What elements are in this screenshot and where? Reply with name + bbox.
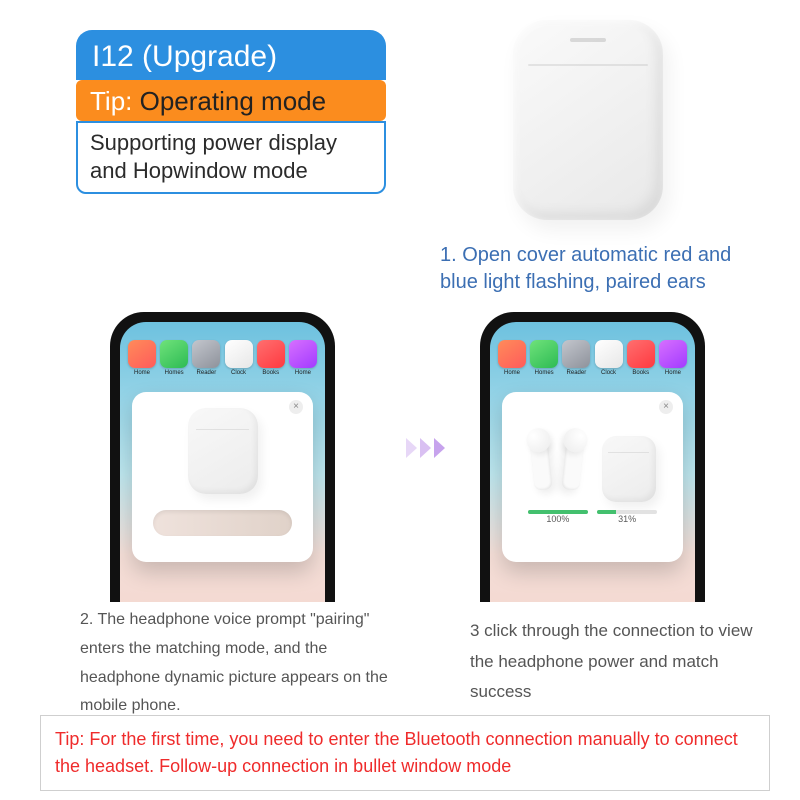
phone-mockup-step2: Home Homes Reader Clock Books Home × — [100, 312, 345, 602]
pairing-popup-battery: × 100% 31% — [502, 392, 683, 562]
app-label-row: Home Homes Reader Clock Books Home — [498, 370, 687, 376]
earbuds-case-icon — [602, 436, 656, 502]
app-icon — [128, 340, 156, 368]
pairing-popup-case: × — [132, 392, 313, 562]
earbuds-case-hero — [498, 20, 678, 238]
battery-earbuds: 100% — [528, 506, 588, 524]
step-1-text: 1. Open cover automatic red and blue lig… — [440, 242, 770, 296]
app-label: Clock — [595, 370, 623, 376]
app-icon — [225, 340, 253, 368]
app-icon — [257, 340, 285, 368]
app-label: Reader — [562, 370, 590, 376]
tip-band: Tip: Operating mode — [76, 80, 386, 121]
phone-statusbar — [490, 322, 695, 336]
progress-fill — [597, 510, 616, 514]
battery-percent: 31% — [618, 514, 636, 524]
app-icon — [498, 340, 526, 368]
battery-case: 31% — [597, 506, 657, 524]
app-label: Books — [627, 370, 655, 376]
phone-screen: Home Homes Reader Clock Books Home × — [120, 322, 325, 602]
app-label: Books — [257, 370, 285, 376]
phone-frame: Home Homes Reader Clock Books Home × — [480, 312, 705, 602]
header-box: I12 (Upgrade) Tip: Operating mode Suppor… — [76, 30, 386, 194]
app-icon-row — [498, 340, 687, 368]
step-3-text: 3 click through the connection to view t… — [470, 616, 770, 708]
earbuds-case-icon — [188, 408, 258, 494]
app-icon-row — [128, 340, 317, 368]
phone-frame: Home Homes Reader Clock Books Home × — [110, 312, 335, 602]
progress-fill — [528, 510, 588, 514]
battery-row: 100% 31% — [523, 506, 661, 524]
app-icon — [659, 340, 687, 368]
app-icon — [562, 340, 590, 368]
app-icon — [595, 340, 623, 368]
phone-statusbar — [120, 322, 325, 336]
app-label: Clock — [225, 370, 253, 376]
battery-percent: 100% — [546, 514, 569, 524]
product-title: I12 (Upgrade) — [76, 30, 386, 80]
phone-mockup-step3: Home Homes Reader Clock Books Home × — [470, 312, 715, 602]
devices-row — [512, 410, 673, 502]
app-label: Home — [128, 370, 156, 376]
app-icon — [192, 340, 220, 368]
earbuds-icon — [530, 422, 584, 502]
earbud-left-icon — [529, 437, 552, 491]
progress-bar — [597, 510, 657, 514]
app-label: Home — [498, 370, 526, 376]
step-2-text: 2. The headphone voice prompt "pairing" … — [80, 606, 410, 721]
earbud-right-icon — [561, 437, 584, 491]
close-icon[interactable]: × — [659, 400, 673, 414]
app-label-row: Home Homes Reader Clock Books Home — [128, 370, 317, 376]
app-icon — [530, 340, 558, 368]
arrow-right-icon — [406, 438, 445, 458]
app-label: Reader — [192, 370, 220, 376]
tip-prefix: Tip: — [90, 86, 132, 116]
app-label: Homes — [160, 370, 188, 376]
app-label: Home — [289, 370, 317, 376]
tip-text: Operating mode — [140, 86, 326, 116]
earbuds-case-icon — [513, 20, 663, 220]
close-icon[interactable]: × — [289, 400, 303, 414]
app-label: Home — [659, 370, 687, 376]
bottom-tip-box: Tip: For the first time, you need to ent… — [40, 715, 770, 791]
app-icon — [289, 340, 317, 368]
app-label: Homes — [530, 370, 558, 376]
app-icon — [627, 340, 655, 368]
progress-bar — [528, 510, 588, 514]
phone-screen: Home Homes Reader Clock Books Home × — [490, 322, 695, 602]
connect-bar — [153, 510, 291, 536]
subtitle: Supporting power display and Hopwindow m… — [76, 121, 386, 194]
app-icon — [160, 340, 188, 368]
